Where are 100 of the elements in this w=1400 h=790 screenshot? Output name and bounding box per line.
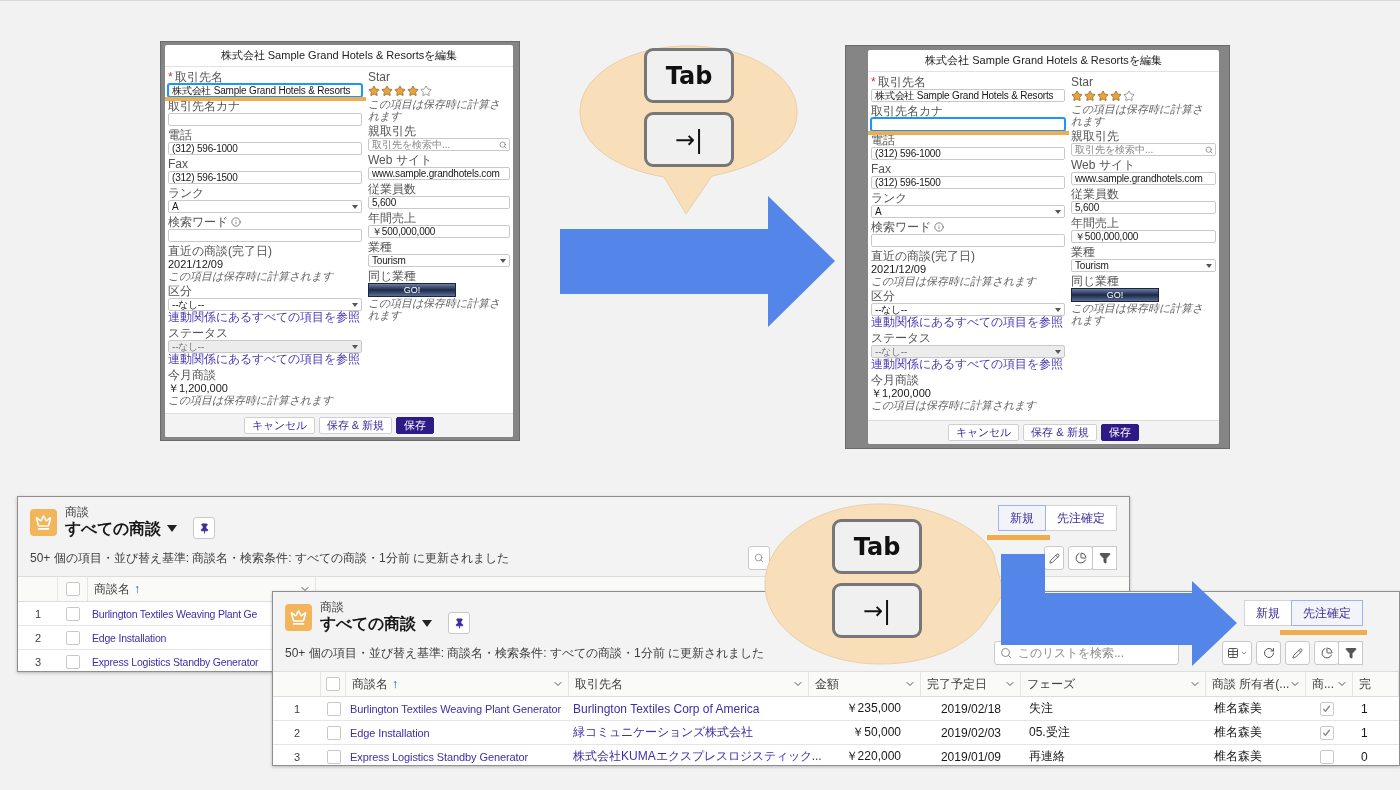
- filter-button[interactable]: [1092, 546, 1117, 570]
- text-field[interactable]: 株式会社 Sample Grand Hotels & Resorts: [871, 89, 1065, 102]
- column-label[interactable]: 商談名 ↑: [352, 675, 398, 693]
- caret-icon: [1055, 209, 1061, 214]
- column-label[interactable]: 完了予定日: [927, 675, 987, 693]
- text-field[interactable]: [871, 234, 1065, 247]
- text-field[interactable]: [168, 229, 362, 242]
- dropdown[interactable]: Tourism: [368, 254, 510, 267]
- field-label: Star: [1071, 75, 1093, 89]
- list-view-title[interactable]: すべての商談: [65, 518, 161, 539]
- table-cell: 1: [1361, 725, 1368, 740]
- search-input[interactable]: このリストを検索...: [1018, 646, 1173, 660]
- column-label[interactable]: 金額: [815, 675, 839, 693]
- select-all-checkbox[interactable]: [65, 582, 80, 596]
- go-button[interactable]: GO!: [1071, 288, 1159, 302]
- text-field[interactable]: [168, 113, 362, 126]
- text-field[interactable]: www.sample.grandhotels.com: [1071, 172, 1216, 185]
- column-label[interactable]: フェーズ: [1027, 675, 1075, 693]
- refresh-button[interactable]: [1256, 641, 1281, 665]
- pencil-icon: [1292, 647, 1303, 659]
- row-checkbox[interactable]: [326, 749, 341, 764]
- edit-button[interactable]: [1044, 546, 1064, 570]
- lookup-field[interactable]: 取引先を検索中...: [368, 138, 510, 151]
- record-link[interactable]: Edge Installation: [92, 631, 167, 644]
- text-field[interactable]: (312) 596-1000: [871, 147, 1065, 160]
- record-link[interactable]: Edge Installation: [350, 726, 430, 739]
- column-label[interactable]: 商談名 ↑: [94, 580, 140, 598]
- pin-icon: [453, 617, 465, 629]
- list-view-title[interactable]: すべての商談: [320, 613, 416, 634]
- field-label: ランク: [871, 191, 907, 205]
- field-label: 検索ワード: [168, 215, 228, 229]
- row-number: 3: [34, 655, 42, 668]
- action-button[interactable]: 先注確定: [1045, 505, 1117, 531]
- text-field[interactable]: 5,600: [368, 196, 510, 209]
- info-icon[interactable]: [231, 217, 241, 227]
- display-as-button[interactable]: [1222, 641, 1252, 665]
- record-link[interactable]: Express Logistics Standby Generator: [92, 655, 259, 668]
- text-field[interactable]: [871, 118, 1065, 131]
- column-label[interactable]: 商談 所有者(...: [1212, 675, 1290, 693]
- search-field[interactable]: [748, 546, 770, 570]
- chart-button[interactable]: [1314, 641, 1339, 665]
- pie-chart-icon: [1320, 647, 1333, 659]
- footer-button[interactable]: キャンセル: [243, 417, 315, 434]
- action-button[interactable]: 新規: [1244, 600, 1292, 626]
- row-checkbox[interactable]: [66, 630, 80, 645]
- go-button[interactable]: GO!: [368, 283, 456, 297]
- row-checkbox[interactable]: [66, 606, 80, 621]
- row-checkbox[interactable]: [66, 654, 80, 669]
- crown-icon: [290, 608, 307, 626]
- record-link[interactable]: Express Logistics Standby Generator: [350, 750, 529, 763]
- record-link[interactable]: 緑コミュニケーションズ株式会社: [573, 724, 753, 741]
- caret-icon[interactable]: [422, 620, 432, 627]
- record-link[interactable]: Burlington Textiles Weaving Plant Ge: [92, 607, 258, 620]
- text-field[interactable]: www.sample.grandhotels.com: [368, 167, 510, 180]
- footer-button[interactable]: 保存 & 新規: [318, 417, 393, 434]
- dropdown[interactable]: --なし--: [168, 298, 362, 311]
- row-checkbox[interactable]: [326, 725, 341, 740]
- field-label: * 取引先名: [871, 75, 926, 89]
- pin-button[interactable]: [193, 517, 215, 539]
- record-link[interactable]: 株式会社KUMAエクスプレスロジスティック...: [573, 748, 822, 765]
- dropdown[interactable]: --なし--: [871, 303, 1065, 316]
- dropdown[interactable]: A: [871, 205, 1065, 218]
- chart-button[interactable]: [1068, 546, 1093, 570]
- action-button[interactable]: 先注確定: [1291, 600, 1363, 626]
- column-label[interactable]: 完: [1359, 675, 1371, 693]
- lookup-field[interactable]: 取引先を検索中...: [1071, 143, 1216, 156]
- table-cell: 05.受注: [1029, 724, 1070, 741]
- column-label[interactable]: 商...: [1312, 675, 1334, 693]
- text-field[interactable]: (312) 596-1500: [168, 171, 362, 184]
- footer-button[interactable]: 保存 & 新規: [1023, 424, 1097, 441]
- field-label: 検索ワード: [871, 220, 931, 234]
- dropdown[interactable]: Tourism: [1071, 259, 1216, 272]
- info-icon[interactable]: [934, 222, 944, 232]
- filter-button[interactable]: [1338, 641, 1363, 665]
- caret-icon: [500, 258, 506, 263]
- footer-button[interactable]: キャンセル: [948, 424, 1020, 441]
- record-link[interactable]: Burlington Textiles Corp of America: [573, 701, 760, 716]
- record-link[interactable]: Burlington Textiles Weaving Plant Generator: [350, 702, 562, 715]
- object-label: 商談: [320, 600, 344, 614]
- pin-button[interactable]: [448, 612, 470, 634]
- dependency-link[interactable]: 連動関係にあるすべての項目を参照: [168, 311, 360, 324]
- field-label: 年間売上: [368, 211, 416, 225]
- dependency-link[interactable]: 連動関係にあるすべての項目を参照: [871, 316, 1063, 329]
- text-field[interactable]: 株式会社 Sample Grand Hotels & Resorts: [168, 84, 362, 97]
- dropdown[interactable]: A: [168, 200, 362, 213]
- action-button[interactable]: 新規: [998, 505, 1046, 531]
- text-field[interactable]: ￥500,000,000: [1071, 230, 1216, 243]
- text-field[interactable]: 5,600: [1071, 201, 1216, 214]
- save-button[interactable]: 保存: [396, 417, 435, 434]
- text-field[interactable]: (312) 596-1000: [168, 142, 362, 155]
- field-label: 今月商談: [871, 373, 919, 387]
- text-field[interactable]: ￥500,000,000: [368, 225, 510, 238]
- star-icon: [1084, 90, 1096, 102]
- save-button[interactable]: 保存: [1100, 424, 1139, 441]
- select-all-checkbox[interactable]: [326, 677, 340, 691]
- row-checkbox[interactable]: [326, 701, 341, 716]
- text-field[interactable]: (312) 596-1500: [871, 176, 1065, 189]
- edit-button[interactable]: [1285, 641, 1310, 665]
- column-label[interactable]: 取引先名: [575, 675, 623, 693]
- caret-icon[interactable]: [167, 525, 177, 532]
